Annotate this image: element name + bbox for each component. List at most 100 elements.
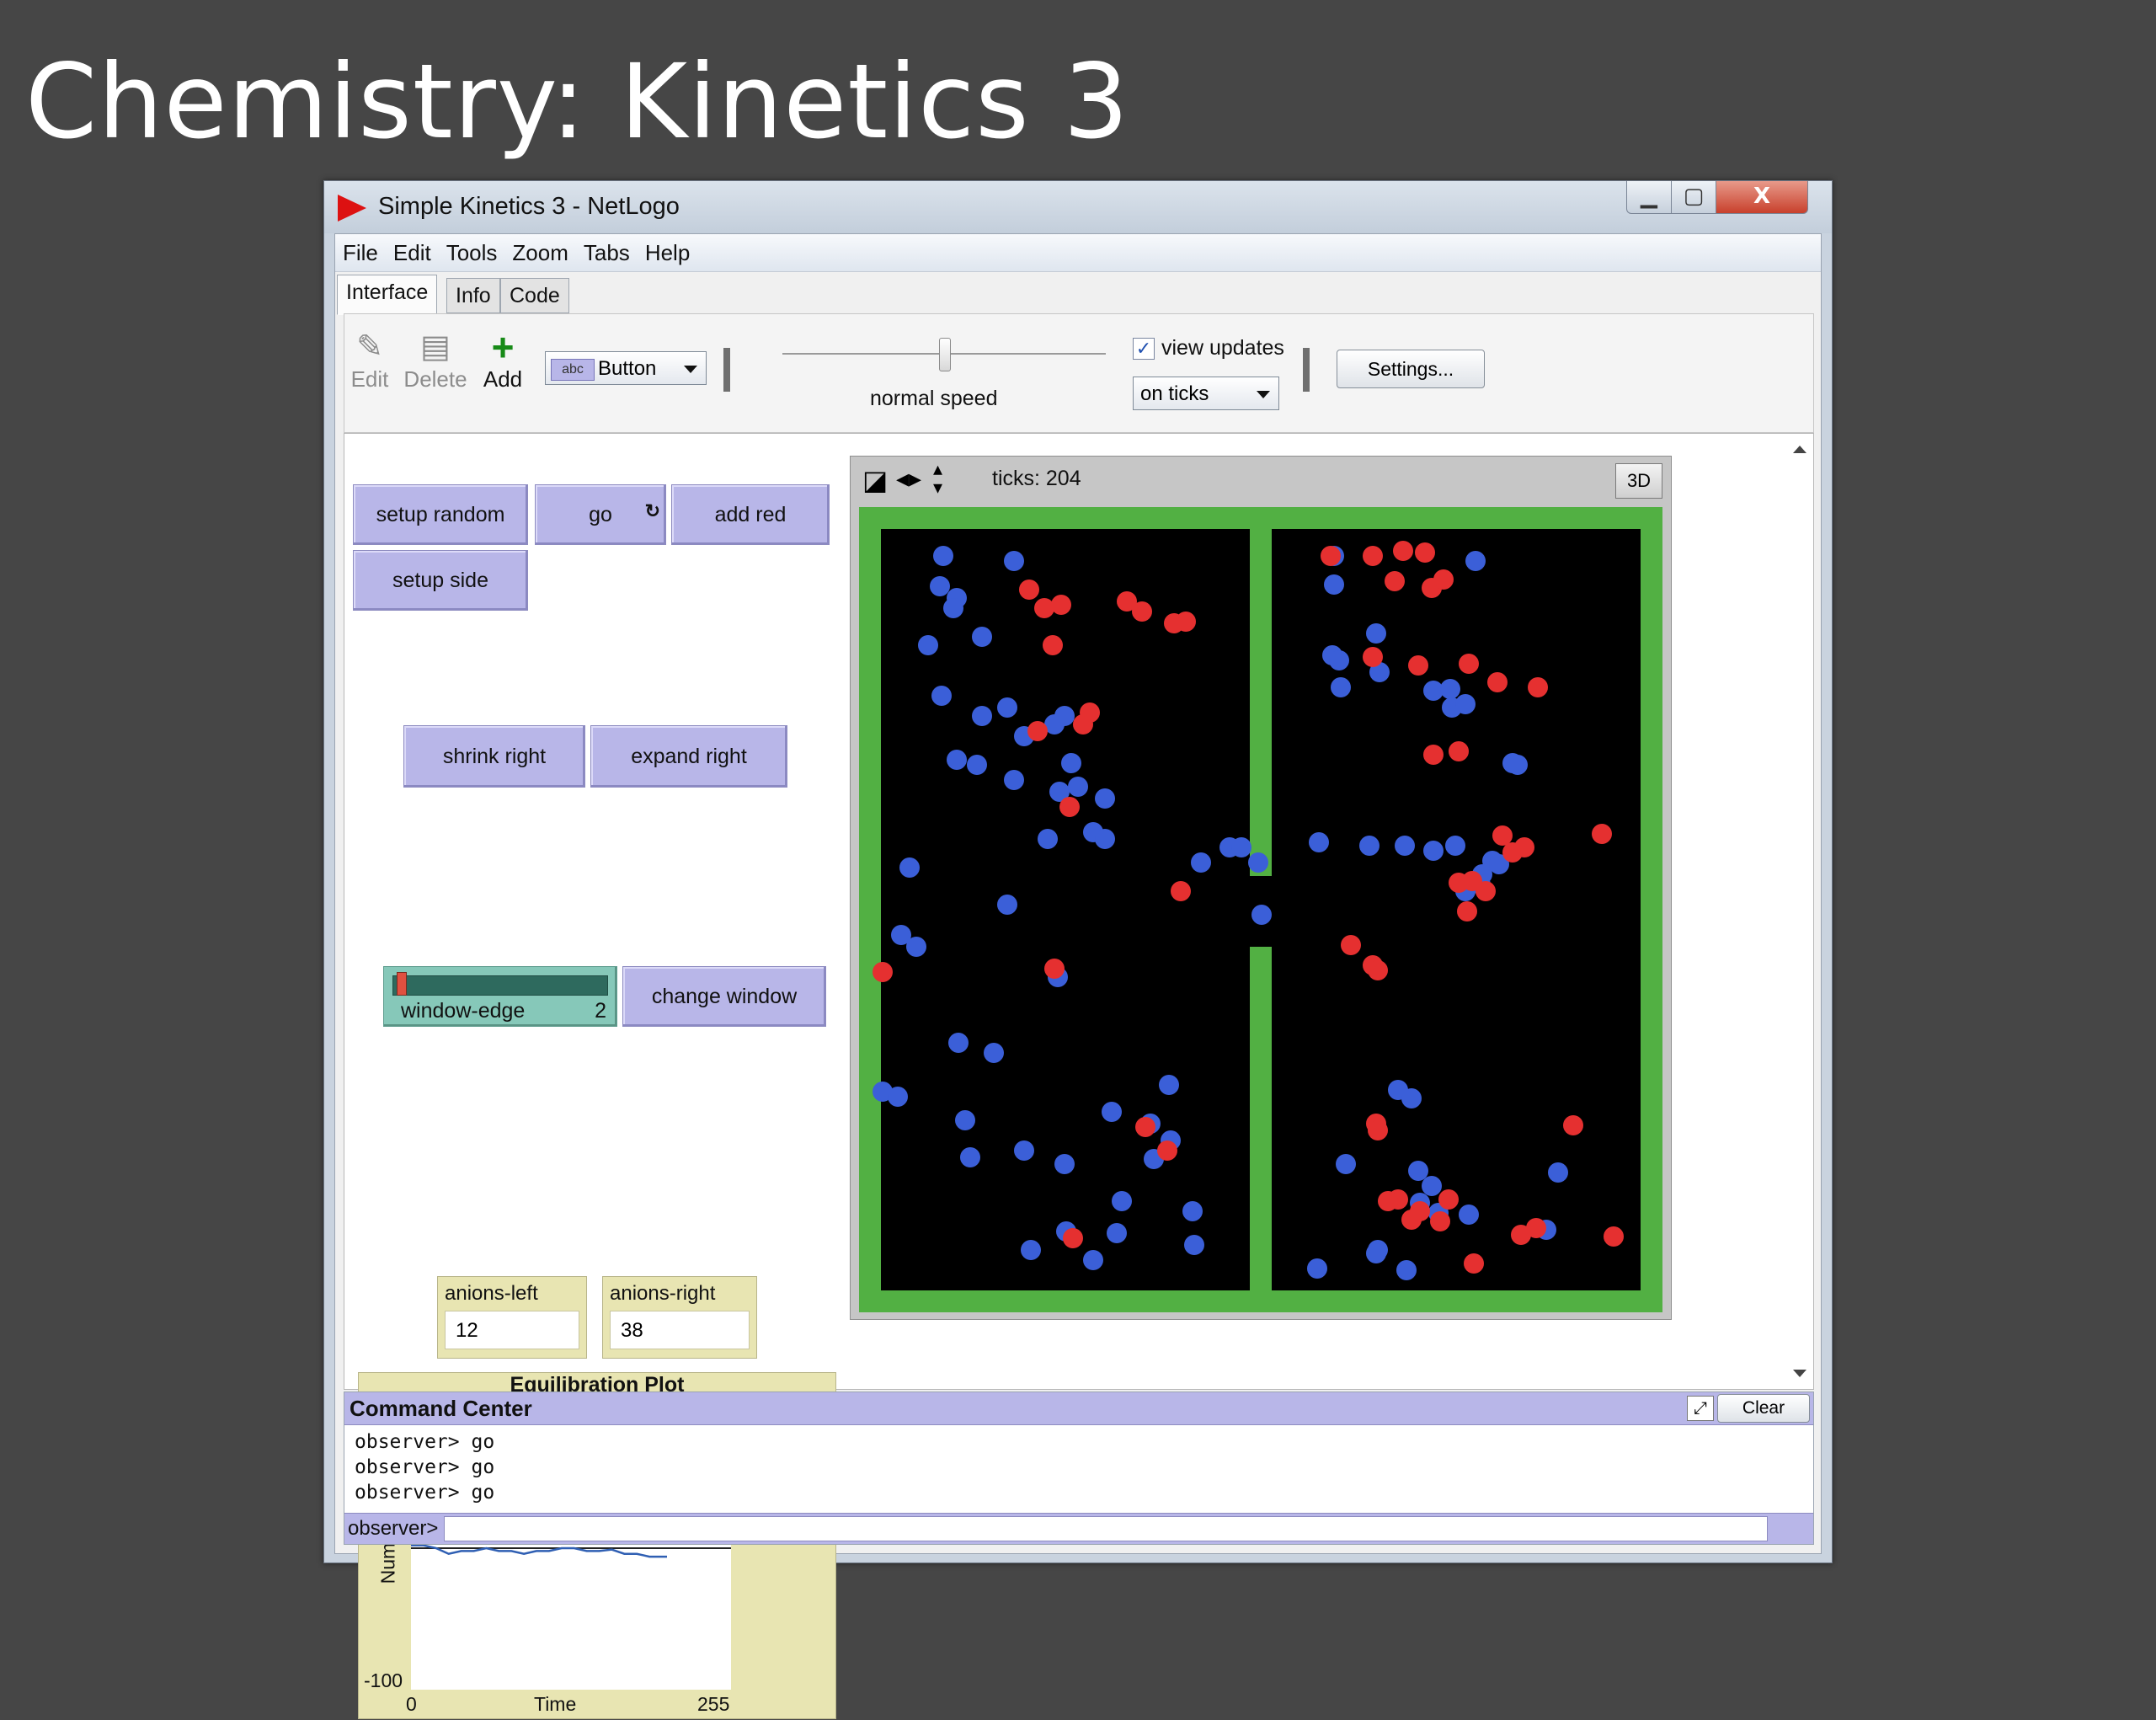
toolbar-separator	[1303, 348, 1310, 392]
scroll-up-icon[interactable]	[1793, 446, 1806, 453]
update-mode-value: on ticks	[1140, 382, 1209, 405]
speed-slider-thumb[interactable]	[939, 338, 951, 371]
widget-type-value: Button	[598, 357, 657, 380]
log-line: observer> go	[355, 1431, 495, 1453]
water-particle	[1014, 1140, 1034, 1161]
view-resize-icon[interactable]: ◪	[862, 467, 888, 494]
water-particle	[1309, 832, 1329, 852]
slide-title: Chemistry: Kinetics 3	[25, 42, 1130, 162]
water-particle	[1182, 1201, 1203, 1221]
anions-right-monitor: anions-right 38	[602, 1276, 757, 1359]
water-particle	[1366, 623, 1386, 644]
change-window-button[interactable]: change window	[622, 966, 826, 1027]
update-mode-select[interactable]: on ticks	[1133, 377, 1279, 410]
3d-button[interactable]: 3D	[1615, 463, 1662, 499]
plus-icon: +	[491, 325, 515, 369]
prompt-label: observer>	[348, 1517, 439, 1540]
anion-particle	[1132, 601, 1152, 622]
water-particle	[1159, 1075, 1179, 1095]
close-button[interactable]: X	[1716, 181, 1808, 214]
water-particle	[1251, 905, 1272, 925]
setup-random-button[interactable]: setup random	[353, 484, 528, 545]
interface-scrollbar[interactable]	[1786, 434, 1812, 1389]
menu-edit[interactable]: Edit	[386, 234, 439, 271]
water-particle	[1445, 836, 1465, 856]
horizontal-arrows-icon[interactable]: ◂▸	[896, 465, 921, 494]
title-bar: Simple Kinetics 3 - NetLogo ▁ ▢ X	[324, 181, 1832, 233]
water-particle	[997, 697, 1017, 718]
water-particle	[1184, 1235, 1204, 1255]
add-red-button[interactable]: add red	[671, 484, 830, 545]
anion-particle	[1449, 741, 1469, 761]
slider-handle[interactable]	[396, 972, 407, 996]
view-updates-checkbox[interactable]: ✓	[1133, 338, 1155, 360]
water-particle	[1021, 1240, 1041, 1260]
expand-right-button[interactable]: expand right	[590, 725, 787, 788]
menu-tabs[interactable]: Tabs	[576, 234, 638, 271]
command-center-title: Command Center	[350, 1396, 532, 1421]
edit-tool[interactable]: ✎ Edit	[348, 328, 392, 393]
anion-particle	[1321, 546, 1341, 566]
anion-particle	[1457, 901, 1477, 921]
water-particle	[918, 635, 938, 655]
setup-side-button[interactable]: setup side	[353, 550, 528, 611]
menu-zoom[interactable]: Zoom	[504, 234, 575, 271]
view-updates-label: view updates	[1161, 336, 1284, 360]
scroll-down-icon[interactable]	[1793, 1370, 1806, 1377]
water-particle	[960, 1147, 980, 1167]
delete-label: Delete	[403, 366, 467, 392]
expand-icon[interactable]: ⤢	[1687, 1396, 1714, 1421]
menu-help[interactable]: Help	[638, 234, 697, 271]
water-particle	[1054, 1154, 1075, 1174]
minimize-button[interactable]: ▁	[1626, 181, 1672, 214]
widget-type-select[interactable]: abc Button	[545, 351, 707, 385]
menu-tools[interactable]: Tools	[439, 234, 505, 271]
water-particle	[906, 937, 926, 957]
add-tool[interactable]: + Add	[479, 328, 526, 393]
x-max-label: 255	[697, 1693, 730, 1715]
go-button[interactable]: go ↻	[535, 484, 666, 545]
menu-file[interactable]: File	[335, 234, 386, 271]
button-widget-icon: abc	[551, 359, 595, 381]
water-particle	[1004, 551, 1024, 571]
tab-interface[interactable]: Interface	[337, 275, 438, 315]
speed-label: normal speed	[870, 387, 998, 410]
water-particle	[967, 755, 987, 775]
anion-particle	[1592, 824, 1612, 844]
vertical-arrows-icon[interactable]: ▴ ▾	[933, 460, 942, 497]
maximize-button[interactable]: ▢	[1671, 181, 1716, 214]
slider-track[interactable]	[392, 975, 608, 996]
anion-particle	[1464, 1253, 1484, 1274]
anion-particle	[1476, 881, 1496, 901]
anion-particle	[1433, 569, 1454, 590]
water-particle	[1408, 1161, 1428, 1181]
water-particle	[931, 686, 952, 706]
slider-value: 2	[595, 999, 606, 1023]
monitor-label: anions-right	[610, 1282, 716, 1305]
water-particle	[1440, 679, 1460, 699]
anion-particle	[1157, 1140, 1177, 1161]
anion-particle	[1487, 672, 1508, 692]
anion-particle	[1073, 714, 1093, 734]
command-input[interactable]	[444, 1516, 1768, 1541]
add-label: Add	[483, 366, 523, 392]
delete-tool[interactable]: ▤ Delete	[400, 328, 471, 393]
clear-button[interactable]: Clear	[1717, 1394, 1810, 1423]
tab-info[interactable]: Info	[446, 278, 500, 313]
water-particle	[1191, 852, 1211, 873]
settings-button[interactable]: Settings...	[1337, 350, 1485, 388]
water-particle	[972, 627, 992, 647]
anion-particle	[1604, 1226, 1624, 1247]
water-particle	[933, 546, 953, 566]
water-particle	[1095, 788, 1115, 809]
water-particle	[1548, 1162, 1568, 1183]
anion-particle	[1438, 1189, 1459, 1210]
log-line: observer> go	[355, 1482, 495, 1504]
tab-code[interactable]: Code	[500, 278, 569, 313]
water-particle	[1422, 1176, 1442, 1196]
anion-particle	[873, 962, 893, 982]
monitor-label: anions-left	[445, 1282, 538, 1305]
world-canvas[interactable]	[859, 507, 1662, 1312]
shrink-right-button[interactable]: shrink right	[403, 725, 585, 788]
window-edge-slider[interactable]: window-edge 2	[383, 966, 617, 1027]
